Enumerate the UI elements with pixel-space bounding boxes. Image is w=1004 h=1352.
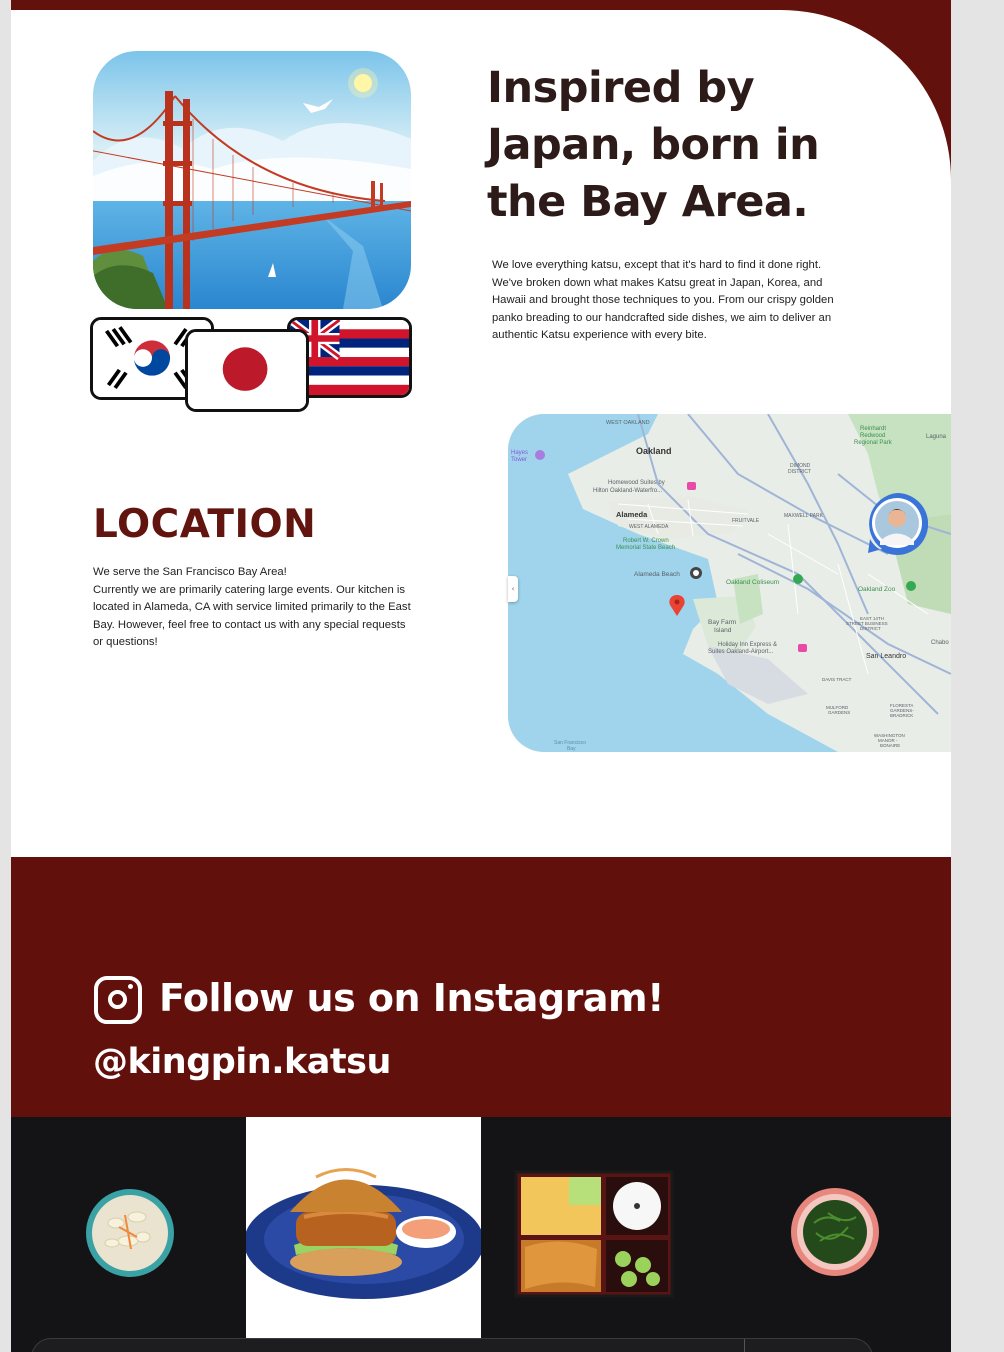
map-label-dimond-2: DISTRICT [788,469,811,475]
map-label-alameda-beach: Alameda Beach [634,571,680,578]
map-label-homewood-2: Hilton Oakland-Waterfro... [593,488,662,494]
user-location-avatar-icon[interactable] [866,492,929,555]
map-label-holiday-2: Suites Oakland-Airport... [708,649,774,655]
map-label-crown-1: Robert W. Crown [623,538,669,544]
map-label-mulford-2: GARDENS [828,710,850,715]
intro-title: Inspired by Japan, born in the Bay Area. [487,63,820,227]
page: Inspired by Japan, born in the Bay Area.… [11,0,951,1352]
katsu-sandwich-post[interactable] [246,1117,481,1352]
location-line-2: Currently we are primarily catering larg… [93,583,411,649]
map-label-west-alameda: WEST ALAMEDA [629,524,669,530]
map-label-homewood-1: Homewood Suites by [608,480,665,486]
bottom-toolbar[interactable] [31,1338,873,1352]
japan-flag [185,329,309,412]
map-label-hayes-1: Hayes [511,450,528,456]
map-label-crown-2: Memorial State Beach [616,545,675,551]
map-label-reinhardt-3: Regional Park [854,440,893,446]
map-label-bay-farm-2: Island [714,627,732,634]
map-collapse-button[interactable]: ‹ [508,576,518,602]
map-label-laguna: Laguna [926,434,947,440]
instagram-feed [11,1117,951,1352]
instagram-dot [128,984,133,989]
map-label-chabot: Chabo [931,640,949,646]
map-label-washington-3: BONAIRE [880,743,900,748]
map-label-bay-farm-1: Bay Farm [708,619,736,626]
seaweed-salad-post[interactable] [716,1117,951,1352]
map-label-west-oakland: WEST OAKLAND [606,420,650,426]
golden-gate-bridge-illustration [93,51,411,309]
map-label-hayes-2: Tower [511,457,527,463]
map-label-east14-3: DISTRICT [860,626,881,631]
instagram-lens [108,990,127,1009]
location-map[interactable]: WEST OAKLAND Oakland Hayes Tower Homewoo… [508,414,951,752]
location-line-1: We serve the San Francisco Bay Area! [93,566,287,578]
map-label-oakland-coliseum: Oakland Coliseum [726,579,779,586]
map-label-oakland: Oakland [636,446,672,456]
katsu-bento-post[interactable] [481,1117,716,1352]
intro-body: We love everything katsu, except that it… [492,259,834,342]
instagram-icon[interactable] [94,976,142,1024]
macaroni-salad-post[interactable] [11,1117,246,1352]
map-label-reinhardt-1: Reinhardt [860,426,886,432]
map-label-floresta-3: BRADRICK [890,713,913,718]
map-label-alameda: Alameda [616,510,648,519]
map-label-davis-tract: DAVIS TRACT [822,677,852,682]
map-label-sf-bay-2: Bay [567,746,576,752]
map-label-reinhardt-2: Redwood [860,433,885,439]
map-label-fruitvale: FRUITVALE [732,518,760,524]
map-label-oakland-zoo: Oakland Zoo [858,586,896,593]
map-label-maxwell-park: MAXWELL PARK [784,513,824,519]
location-title: LOCATION [93,502,317,547]
location-body: We serve the San Francisco Bay Area! Cur… [93,564,413,652]
map-label-san-leandro: San Leandro [866,653,906,660]
instagram-handle[interactable]: @kingpin.katsu [93,1042,391,1082]
toolbar-divider [744,1339,745,1352]
instagram-title: Follow us on Instagram! [159,976,664,1020]
map-label-holiday-1: Holiday Inn Express & [718,642,777,648]
